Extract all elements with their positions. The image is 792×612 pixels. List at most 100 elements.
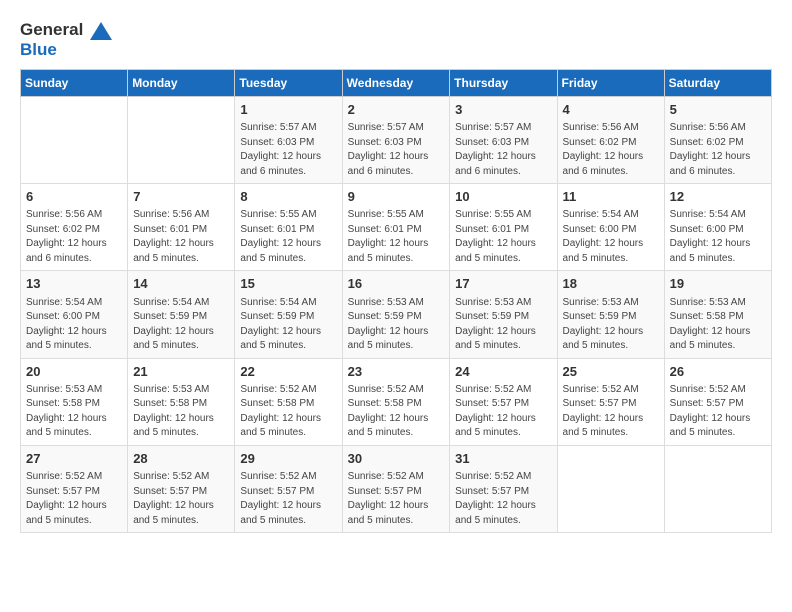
day-cell: 16 Sunrise: 5:53 AM Sunset: 5:59 PM Dayli… — [342, 271, 450, 358]
day-number: 3 — [455, 101, 551, 119]
day-cell: 18 Sunrise: 5:53 AM Sunset: 5:59 PM Dayli… — [557, 271, 664, 358]
day-number: 24 — [455, 363, 551, 381]
week-row-5: 27 Sunrise: 5:52 AM Sunset: 5:57 PM Dayli… — [21, 445, 772, 532]
day-number: 2 — [348, 101, 445, 119]
day-cell: 22 Sunrise: 5:52 AM Sunset: 5:58 PM Dayli… — [235, 358, 342, 445]
day-cell: 13 Sunrise: 5:54 AM Sunset: 6:00 PM Dayli… — [21, 271, 128, 358]
day-cell — [664, 445, 771, 532]
col-header-tuesday: Tuesday — [235, 70, 342, 97]
day-info: Sunrise: 5:52 AM Sunset: 5:57 PM Dayligh… — [348, 470, 445, 528]
week-row-2: 6 Sunrise: 5:56 AM Sunset: 6:02 PM Daylig… — [21, 184, 772, 271]
day-info: Sunrise: 5:53 AM Sunset: 5:59 PM Dayligh… — [455, 296, 551, 354]
day-cell: 25Sunrise: 5:52 AM Sunset: 5:57 PM Dayli… — [557, 358, 664, 445]
day-info: Sunrise: 5:52 AM Sunset: 5:57 PM Dayligh… — [670, 383, 766, 441]
day-info: Sunrise: 5:53 AM Sunset: 5:59 PM Dayligh… — [348, 296, 445, 354]
week-row-3: 13 Sunrise: 5:54 AM Sunset: 6:00 PM Dayli… — [21, 271, 772, 358]
day-info: Sunrise: 5:52 AM Sunset: 5:58 PM Dayligh… — [240, 383, 336, 441]
day-number: 14 — [133, 275, 229, 293]
logo: General Blue — [20, 20, 112, 59]
col-header-saturday: Saturday — [664, 70, 771, 97]
day-cell: 10 Sunrise: 5:55 AM Sunset: 6:01 PM Dayli… — [450, 184, 557, 271]
logo-text: General Blue — [20, 20, 112, 59]
day-number: 6 — [26, 188, 122, 206]
day-number: 8 — [240, 188, 336, 206]
day-cell: 14 Sunrise: 5:54 AM Sunset: 5:59 PM Dayli… — [128, 271, 235, 358]
day-info: Sunrise: 5:57 AM Sunset: 6:03 PM Dayligh… — [455, 121, 551, 179]
day-number: 1 — [240, 101, 336, 119]
day-info: Sunrise: 5:52 AM Sunset: 5:57 PM Dayligh… — [455, 383, 551, 441]
day-info: Sunrise: 5:54 AM Sunset: 5:59 PM Dayligh… — [240, 296, 336, 354]
day-cell: 12 Sunrise: 5:54 AM Sunset: 6:00 PM Dayli… — [664, 184, 771, 271]
day-number: 20 — [26, 363, 122, 381]
day-cell: 24 Sunrise: 5:52 AM Sunset: 5:57 PM Dayli… — [450, 358, 557, 445]
day-cell: 8 Sunrise: 5:55 AM Sunset: 6:01 PM Daylig… — [235, 184, 342, 271]
day-number: 21 — [133, 363, 229, 381]
day-number: 10 — [455, 188, 551, 206]
col-header-sunday: Sunday — [21, 70, 128, 97]
day-info: Sunrise: 5:56 AM Sunset: 6:02 PM Dayligh… — [670, 121, 766, 179]
day-cell — [128, 97, 235, 184]
day-info: Sunrise: 5:55 AM Sunset: 6:01 PM Dayligh… — [455, 208, 551, 266]
day-number: 26 — [670, 363, 766, 381]
header-row: SundayMondayTuesdayWednesdayThursdayFrid… — [21, 70, 772, 97]
day-cell: 26 Sunrise: 5:52 AM Sunset: 5:57 PM Dayli… — [664, 358, 771, 445]
day-number: 19 — [670, 275, 766, 293]
day-cell: 9 Sunrise: 5:55 AM Sunset: 6:01 PM Daylig… — [342, 184, 450, 271]
day-number: 11 — [563, 188, 659, 206]
calendar-table: SundayMondayTuesdayWednesdayThursdayFrid… — [20, 69, 772, 533]
day-number: 23 — [348, 363, 445, 381]
day-info: Sunrise: 5:57 AM Sunset: 6:03 PM Dayligh… — [348, 121, 445, 179]
col-header-friday: Friday — [557, 70, 664, 97]
day-cell: 3 Sunrise: 5:57 AM Sunset: 6:03 PM Daylig… — [450, 97, 557, 184]
day-cell: 31 Sunrise: 5:52 AM Sunset: 5:57 PM Dayli… — [450, 445, 557, 532]
day-number: 12 — [670, 188, 766, 206]
day-info: Sunrise: 5:57 AM Sunset: 6:03 PM Dayligh… — [240, 121, 336, 179]
day-info: Sunrise: 5:55 AM Sunset: 6:01 PM Dayligh… — [240, 208, 336, 266]
day-number: 4 — [563, 101, 659, 119]
day-cell: 17 Sunrise: 5:53 AM Sunset: 5:59 PM Dayli… — [450, 271, 557, 358]
day-info: Sunrise: 5:53 AM Sunset: 5:58 PM Dayligh… — [26, 383, 122, 441]
col-header-wednesday: Wednesday — [342, 70, 450, 97]
week-row-1: 1 Sunrise: 5:57 AM Sunset: 6:03 PM Daylig… — [21, 97, 772, 184]
day-cell: 30 Sunrise: 5:52 AM Sunset: 5:57 PM Dayli… — [342, 445, 450, 532]
day-info: Sunrise: 5:55 AM Sunset: 6:01 PM Dayligh… — [348, 208, 445, 266]
day-info: Sunrise: 5:54 AM Sunset: 6:00 PM Dayligh… — [670, 208, 766, 266]
day-info: Sunrise: 5:54 AM Sunset: 5:59 PM Dayligh… — [133, 296, 229, 354]
day-number: 18 — [563, 275, 659, 293]
day-number: 31 — [455, 450, 551, 468]
day-number: 22 — [240, 363, 336, 381]
day-cell: 5Sunrise: 5:56 AM Sunset: 6:02 PM Daylig… — [664, 97, 771, 184]
day-number: 13 — [26, 275, 122, 293]
day-info: Sunrise: 5:54 AM Sunset: 6:00 PM Dayligh… — [26, 296, 122, 354]
day-cell: 23Sunrise: 5:52 AM Sunset: 5:58 PM Dayli… — [342, 358, 450, 445]
day-cell: 15 Sunrise: 5:54 AM Sunset: 5:59 PM Dayli… — [235, 271, 342, 358]
day-cell: 2 Sunrise: 5:57 AM Sunset: 6:03 PM Daylig… — [342, 97, 450, 184]
day-cell: 7 Sunrise: 5:56 AM Sunset: 6:01 PM Daylig… — [128, 184, 235, 271]
day-number: 16 — [348, 275, 445, 293]
day-cell: 1 Sunrise: 5:57 AM Sunset: 6:03 PM Daylig… — [235, 97, 342, 184]
day-info: Sunrise: 5:56 AM Sunset: 6:02 PM Dayligh… — [563, 121, 659, 179]
col-header-monday: Monday — [128, 70, 235, 97]
day-cell — [557, 445, 664, 532]
day-cell: 4 Sunrise: 5:56 AM Sunset: 6:02 PM Daylig… — [557, 97, 664, 184]
day-cell: 28Sunrise: 5:52 AM Sunset: 5:57 PM Dayli… — [128, 445, 235, 532]
day-info: Sunrise: 5:53 AM Sunset: 5:59 PM Dayligh… — [563, 296, 659, 354]
day-number: 27 — [26, 450, 122, 468]
day-number: 7 — [133, 188, 229, 206]
day-cell: 27Sunrise: 5:52 AM Sunset: 5:57 PM Dayli… — [21, 445, 128, 532]
day-cell — [21, 97, 128, 184]
page-header: General Blue — [20, 20, 772, 59]
day-number: 9 — [348, 188, 445, 206]
day-info: Sunrise: 5:56 AM Sunset: 6:01 PM Dayligh… — [133, 208, 229, 266]
day-info: Sunrise: 5:54 AM Sunset: 6:00 PM Dayligh… — [563, 208, 659, 266]
col-header-thursday: Thursday — [450, 70, 557, 97]
day-info: Sunrise: 5:53 AM Sunset: 5:58 PM Dayligh… — [133, 383, 229, 441]
day-info: Sunrise: 5:52 AM Sunset: 5:57 PM Dayligh… — [455, 470, 551, 528]
day-info: Sunrise: 5:52 AM Sunset: 5:57 PM Dayligh… — [563, 383, 659, 441]
day-info: Sunrise: 5:53 AM Sunset: 5:58 PM Dayligh… — [670, 296, 766, 354]
day-number: 30 — [348, 450, 445, 468]
day-number: 15 — [240, 275, 336, 293]
day-info: Sunrise: 5:56 AM Sunset: 6:02 PM Dayligh… — [26, 208, 122, 266]
day-cell: 20 Sunrise: 5:53 AM Sunset: 5:58 PM Dayli… — [21, 358, 128, 445]
day-number: 17 — [455, 275, 551, 293]
